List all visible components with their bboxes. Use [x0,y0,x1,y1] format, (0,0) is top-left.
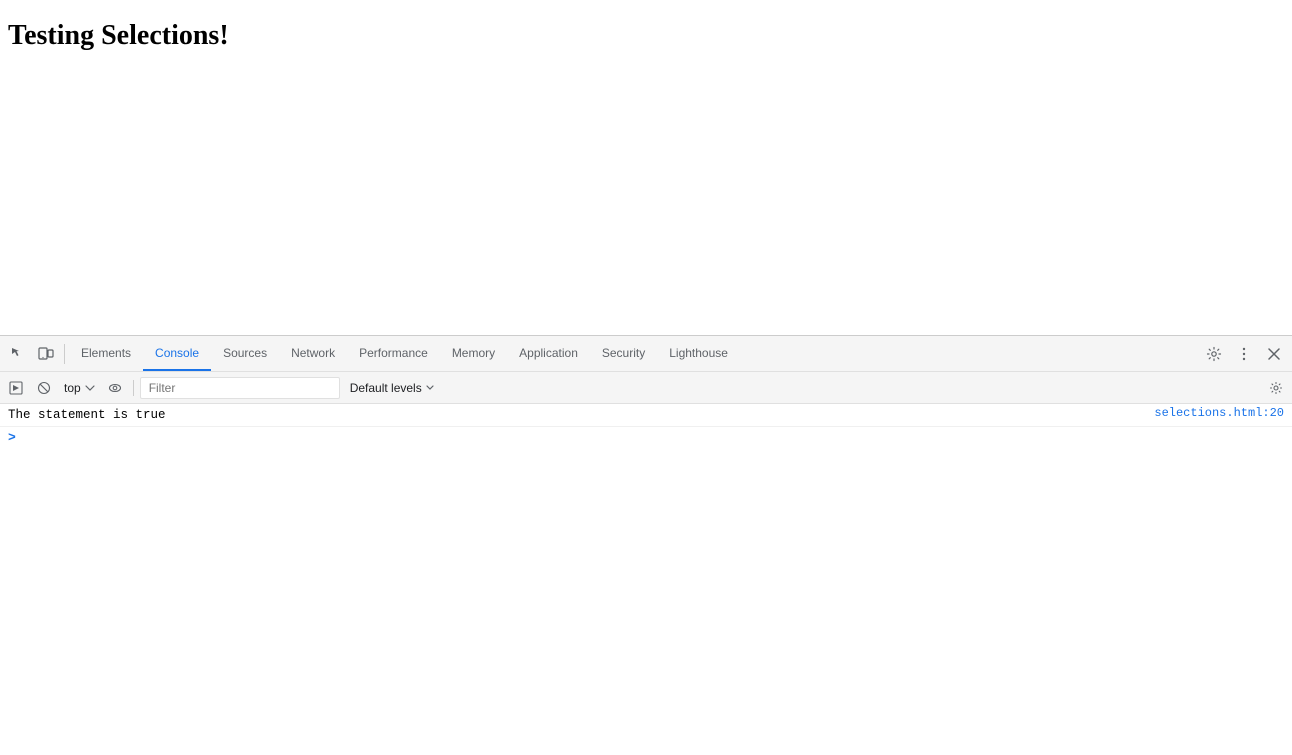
console-secondary-toolbar: top Default levels [0,372,1292,404]
context-selector-button[interactable]: top [60,379,99,397]
page-title: Testing Selections! [8,20,1284,52]
console-log-row: The statement is true selections.html:20 [0,404,1292,427]
toolbar-right-actions [1200,340,1288,368]
tab-memory[interactable]: Memory [440,336,507,371]
device-toolbar-button[interactable] [32,340,60,368]
settings-button[interactable] [1200,340,1228,368]
console-log-source-link[interactable]: selections.html:20 [1154,406,1284,420]
tab-application[interactable]: Application [507,336,590,371]
console-gear-icon [1269,381,1283,395]
filter-separator [133,380,134,396]
secondary-toolbar-right [1264,376,1288,400]
eye-icon [108,381,122,395]
console-output: The statement is true selections.html:20… [0,404,1292,755]
console-log-text: The statement is true [8,406,1146,424]
devtools-tabs: Elements Console Sources Network Perform… [69,336,1200,371]
devtools-toolbar: Elements Console Sources Network Perform… [0,336,1292,372]
context-label: top [64,381,81,395]
inspect-icon [10,346,26,362]
default-levels-label: Default levels [350,381,422,395]
levels-dropdown-icon [426,385,434,390]
tab-lighthouse[interactable]: Lighthouse [657,336,740,371]
device-toolbar-icon [38,346,54,362]
tab-console[interactable]: Console [143,336,211,371]
devtools-panel: Elements Console Sources Network Perform… [0,335,1292,755]
more-options-button[interactable] [1230,340,1258,368]
console-prompt-symbol: > [8,430,16,445]
toolbar-divider [64,344,65,364]
tab-network[interactable]: Network [279,336,347,371]
run-script-button[interactable] [4,376,28,400]
page-content: Testing Selections! [0,0,1292,335]
inspect-element-button[interactable] [4,340,32,368]
tab-performance[interactable]: Performance [347,336,440,371]
filter-input[interactable] [145,381,335,395]
console-prompt-row: > [0,427,1292,447]
live-expressions-button[interactable] [103,376,127,400]
close-devtools-button[interactable] [1260,340,1288,368]
run-script-icon [9,381,23,395]
dropdown-arrow-icon [85,385,95,391]
close-icon [1266,346,1282,362]
default-levels-button[interactable]: Default levels [344,379,440,397]
tab-security[interactable]: Security [590,336,657,371]
gear-icon [1206,346,1222,362]
filter-container [140,377,340,399]
tab-sources[interactable]: Sources [211,336,279,371]
clear-console-button[interactable] [32,376,56,400]
more-vertical-icon [1236,346,1252,362]
clear-icon [37,381,51,395]
tab-elements[interactable]: Elements [69,336,143,371]
console-settings-button[interactable] [1264,376,1288,400]
